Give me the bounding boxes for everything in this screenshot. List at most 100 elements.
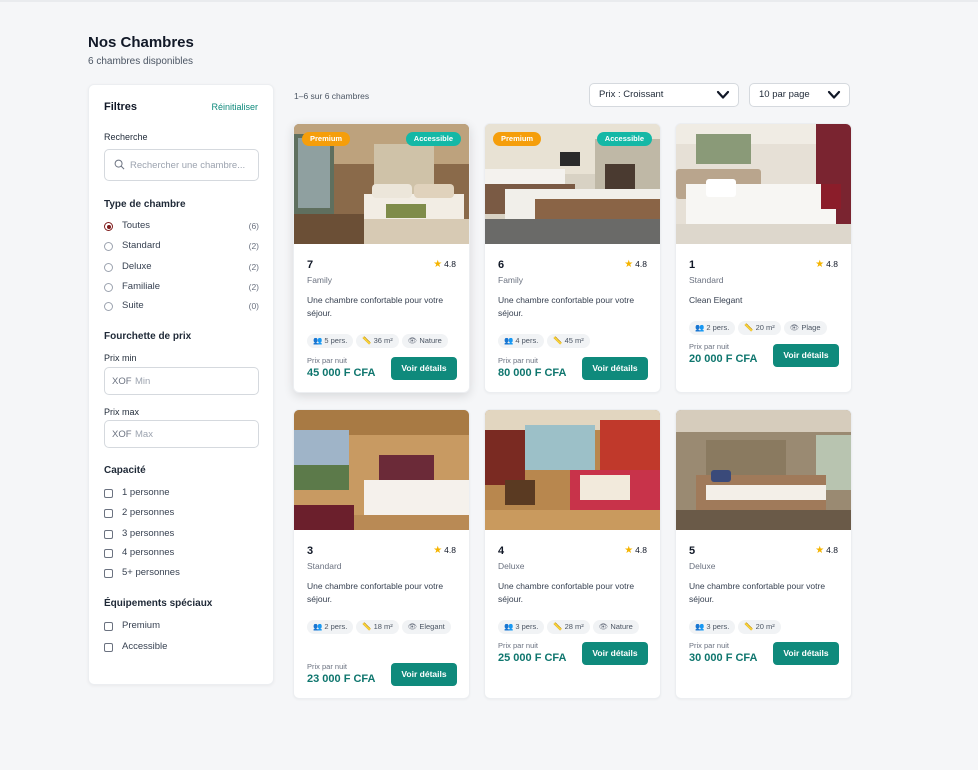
chip-text: 20 m²: [755, 323, 775, 332]
option-count: (2): [248, 262, 259, 272]
room-card[interactable]: 3 ★ 4.8 Standard Une chambre confortable …: [293, 409, 470, 699]
view-details-button[interactable]: Voir détails: [773, 344, 839, 367]
capacity-option-1[interactable]: 1 personne: [104, 487, 259, 501]
room-rating: ★ 4.8: [624, 259, 647, 270]
page-subtitle: 6 chambres disponibles: [88, 56, 194, 67]
room-type-option-familiale[interactable]: Familiale (2): [104, 281, 259, 295]
users-icon: 👥: [313, 336, 323, 345]
chip-text: 28 m²: [564, 622, 584, 631]
feature-chip: 👁 Nature: [401, 334, 448, 348]
room-type-option-suite[interactable]: Suite (0): [104, 300, 259, 314]
checkbox-icon[interactable]: [104, 643, 113, 652]
radio-icon[interactable]: [104, 263, 113, 272]
price-per-night-label: Prix par nuit: [689, 641, 730, 650]
search-icon: [114, 159, 125, 170]
star-icon: ★: [433, 545, 443, 556]
feature-chip: 👥 5 pers.: [307, 334, 354, 348]
ruler-icon: 📏: [744, 323, 754, 332]
search-input[interactable]: [130, 156, 255, 174]
rating-value: 4.8: [444, 259, 456, 269]
capacity-title: Capacité: [104, 465, 146, 476]
star-icon: ★: [815, 259, 825, 270]
room-type: Family: [307, 275, 333, 285]
room-card[interactable]: Premium Accessible 7 ★ 4.8 Family Une cha…: [293, 123, 470, 393]
star-icon: ★: [815, 545, 825, 556]
checkbox-icon[interactable]: [104, 549, 113, 558]
room-price: 80 000 F CFA: [498, 367, 567, 379]
users-icon: 👥: [695, 323, 705, 332]
price-max-input[interactable]: [135, 426, 250, 442]
capacity-option-3[interactable]: 3 personnes: [104, 528, 259, 542]
sort-select[interactable]: Prix : Croissant: [589, 83, 739, 107]
checkbox-icon[interactable]: [104, 509, 113, 518]
radio-icon[interactable]: [104, 302, 113, 311]
capacity-option-4[interactable]: 4 personnes: [104, 547, 259, 561]
checkbox-icon[interactable]: [104, 530, 113, 539]
feature-chip: 👁 Plage: [783, 321, 827, 335]
capacity-option-2[interactable]: 2 personnes: [104, 507, 259, 521]
room-card[interactable]: 1 ★ 4.8 Standard Clean Elegant 👥 2 pers. 📏 2…: [675, 123, 852, 393]
view-details-button[interactable]: Voir détails: [391, 357, 457, 380]
option-label: 1 personne: [122, 487, 170, 498]
room-features: 👥 2 pers. 📏 18 m² 👁 Elegant: [307, 616, 462, 638]
room-type: Standard: [689, 275, 724, 285]
price-per-night-label: Prix par nuit: [307, 662, 348, 671]
chip-text: 3 pers.: [706, 622, 730, 631]
star-icon: ★: [624, 545, 634, 556]
room-card[interactable]: Premium Accessible 6 ★ 4.8 Family Une cha…: [484, 123, 661, 393]
price-min-label: Prix min: [104, 353, 137, 363]
checkbox-icon[interactable]: [104, 569, 113, 578]
feature-chip: 👁 Nature: [592, 620, 639, 634]
room-features: 👥 3 pers. 📏 20 m²: [689, 616, 844, 638]
chevron-down-icon: [827, 90, 841, 99]
view-details-button[interactable]: Voir détails: [582, 642, 648, 665]
special-option-accessible[interactable]: Accessible: [104, 641, 259, 655]
per-page-select[interactable]: 10 par page: [749, 83, 850, 107]
price-per-night-label: Prix par nuit: [307, 356, 348, 365]
price-max-field[interactable]: XOF: [104, 420, 259, 448]
rating-value: 4.8: [826, 545, 838, 555]
room-number: 3: [307, 545, 314, 557]
premium-badge: Premium: [493, 132, 542, 146]
reset-filters-link[interactable]: Réinitialiser: [211, 102, 258, 112]
feature-chip: 👥 3 pers.: [689, 620, 736, 634]
room-description: Une chambre confortable pour votre séjou…: [689, 581, 826, 604]
radio-icon[interactable]: [104, 283, 113, 292]
room-description: Une chambre confortable pour votre séjou…: [307, 295, 444, 318]
accessible-badge: Accessible: [405, 132, 461, 146]
special-option-premium[interactable]: Premium: [104, 620, 259, 634]
room-type-option-all[interactable]: Toutes (6): [104, 220, 259, 234]
room-card[interactable]: 4 ★ 4.8 Deluxe Une chambre confortable po…: [484, 409, 661, 699]
price-min-input[interactable]: [135, 373, 250, 389]
room-number: 1: [689, 259, 696, 271]
room-card[interactable]: 5 ★ 4.8 Deluxe Une chambre confortable po…: [675, 409, 852, 699]
checkbox-icon[interactable]: [104, 489, 113, 498]
chip-text: 18 m²: [373, 622, 393, 631]
room-rating: ★ 4.8: [815, 259, 838, 270]
search-field[interactable]: [104, 149, 259, 181]
room-type-option-deluxe[interactable]: Deluxe (2): [104, 261, 259, 275]
price-max-label: Prix max: [104, 407, 140, 417]
option-count: (6): [248, 221, 259, 231]
room-number: 5: [689, 545, 696, 557]
ruler-icon: 📏: [744, 622, 754, 631]
rating-value: 4.8: [635, 259, 647, 269]
room-type-option-standard[interactable]: Standard (2): [104, 240, 259, 254]
chip-text: 36 m²: [373, 336, 393, 345]
price-range-title: Fourchette de prix: [104, 331, 192, 342]
radio-icon[interactable]: [104, 242, 113, 251]
option-label: Premium: [122, 620, 161, 631]
checkbox-icon[interactable]: [104, 622, 113, 631]
room-number: 7: [307, 259, 314, 271]
view-details-button[interactable]: Voir détails: [582, 357, 648, 380]
chip-text: 5 pers.: [324, 336, 348, 345]
room-features: 👥 2 pers. 📏 20 m² 👁 Plage: [689, 317, 844, 339]
capacity-option-5[interactable]: 5+ personnes: [104, 567, 259, 581]
view-details-button[interactable]: Voir détails: [773, 642, 839, 665]
price-per-night-label: Prix par nuit: [689, 342, 730, 351]
radio-selected-icon[interactable]: [104, 222, 113, 231]
option-label: Deluxe: [122, 261, 152, 272]
search-label: Recherche: [104, 132, 148, 142]
view-details-button[interactable]: Voir détails: [391, 663, 457, 686]
price-min-field[interactable]: XOF: [104, 367, 259, 395]
